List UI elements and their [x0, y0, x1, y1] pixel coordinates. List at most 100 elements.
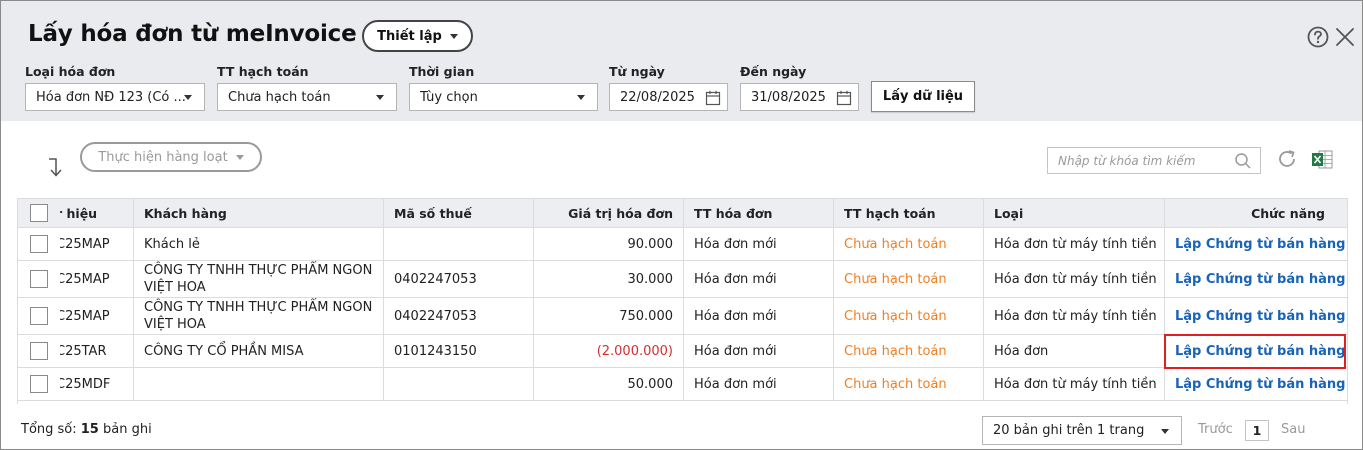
help-icon[interactable]	[1307, 26, 1329, 48]
row-select-cell	[18, 298, 60, 334]
col-header-type[interactable]: Loại	[984, 199, 1165, 227]
row-checkbox[interactable]	[30, 307, 48, 325]
cell-serial: C25MAP	[60, 228, 134, 260]
caret-down-icon	[376, 95, 384, 100]
next-page-button[interactable]: Sau	[1281, 422, 1305, 437]
table-row[interactable]: C25MDF 50.000 Hóa đơn mới Chưa hạch toán…	[18, 368, 1347, 401]
table-header-row: r hiệu Khách hàng Mã số thuế Giá trị hóa…	[18, 198, 1347, 228]
create-sales-voucher-link[interactable]: Lập Chứng từ bán hàng	[1175, 377, 1345, 392]
caret-down-icon	[577, 95, 585, 100]
cell-type: Hóa đơn từ máy tính tiền	[984, 228, 1165, 260]
select-all-checkbox[interactable]	[30, 204, 48, 222]
invoice-type-value: Hóa đơn NĐ 123 (Có ...	[36, 89, 186, 105]
cell-serial: C25MAP	[60, 261, 134, 297]
invoice-type-label: Loại hóa đơn	[25, 64, 116, 79]
cell-invoice-status: Hóa đơn mới	[684, 298, 834, 334]
table-row[interactable]: C25MAP CÔNG TY TNHH THỰC PHẨM NGON VIỆT …	[18, 261, 1347, 298]
cell-invoice-status: Hóa đơn mới	[684, 368, 834, 400]
cell-customer: CÔNG TY CỔ PHẦN MISA	[134, 335, 384, 367]
row-select-cell	[18, 261, 60, 297]
create-sales-voucher-link[interactable]: Lập Chứng từ bán hàng	[1175, 344, 1345, 359]
total-prefix: Tổng số:	[21, 422, 77, 437]
cell-customer: CÔNG TY TNHH THỰC PHẨM NGON VIỆT HOA	[134, 298, 384, 334]
table-row[interactable]: C25MAP CÔNG TY TNHH THỰC PHẨM NGON VIỆT …	[18, 298, 1347, 335]
col-header-customer[interactable]: Khách hàng	[134, 199, 384, 227]
col-header-accounting-status[interactable]: TT hạch toán	[834, 199, 984, 227]
caret-down-icon	[449, 33, 458, 39]
cell-accounting-status: Chưa hạch toán	[834, 261, 984, 297]
period-select[interactable]: Tùy chọn	[409, 83, 598, 111]
select-all-cell	[18, 199, 60, 227]
invoice-grid: r hiệu Khách hàng Mã số thuế Giá trị hóa…	[17, 198, 1348, 404]
create-sales-voucher-link[interactable]: Lập Chứng từ bán hàng	[1175, 237, 1345, 252]
to-date-value: 31/08/2025	[751, 89, 826, 105]
excel-icon[interactable]	[1311, 149, 1333, 170]
table-row[interactable]: C25TAR CÔNG TY CỔ PHẦN MISA 0101243150 (…	[18, 335, 1347, 368]
col-header-serial[interactable]: r hiệu	[60, 199, 134, 227]
create-sales-voucher-link[interactable]: Lập Chứng từ bán hàng	[1175, 272, 1345, 287]
close-icon[interactable]	[1334, 26, 1356, 48]
dialog-title: Lấy hóa đơn từ meInvoice	[28, 21, 357, 47]
batch-action-button[interactable]: Thực hiện hàng loạt	[80, 142, 262, 172]
page-size-select[interactable]: 20 bản ghi trên 1 trang	[982, 416, 1182, 445]
dialog-header: Lấy hóa đơn từ meInvoice Thiết lập Loại …	[1, 1, 1362, 121]
search-placeholder: Nhập từ khóa tìm kiếm	[1058, 153, 1196, 168]
total-suffix: bản ghi	[103, 422, 152, 437]
cell-serial: C25TAR	[60, 335, 134, 367]
cell-type: Hóa đơn	[984, 335, 1165, 367]
refresh-icon[interactable]	[1276, 148, 1298, 170]
cell-action: Lập Chứng từ bán hàng	[1165, 368, 1347, 400]
row-select-cell	[18, 228, 60, 260]
from-date-value: 22/08/2025	[620, 89, 695, 105]
accounting-status-select[interactable]: Chưa hạch toán	[217, 83, 397, 111]
accounting-status-label: TT hạch toán	[217, 64, 309, 79]
cell-type: Hóa đơn từ máy tính tiền	[984, 261, 1165, 297]
cell-tax-code: 0101243150	[384, 335, 534, 367]
calendar-icon[interactable]	[705, 90, 721, 106]
table-row[interactable]: C25MAP Khách lẻ 90.000 Hóa đơn mới Chưa …	[18, 228, 1347, 261]
to-date-label: Đến ngày	[740, 64, 807, 79]
dialog: Lấy hóa đơn từ meInvoice Thiết lập Loại …	[0, 0, 1363, 450]
cell-amount: 750.000	[534, 298, 684, 334]
cell-type: Hóa đơn từ máy tính tiền	[984, 298, 1165, 334]
calendar-icon[interactable]	[836, 90, 852, 106]
from-date-field[interactable]: 22/08/2025	[609, 83, 728, 111]
row-checkbox[interactable]	[30, 342, 48, 360]
page-size-value: 20 bản ghi trên 1 trang	[993, 423, 1145, 438]
fetch-data-button[interactable]: Lấy dữ liệu	[871, 81, 975, 112]
total-records: Tổng số: 15 bản ghi	[21, 422, 152, 437]
cell-amount: (2.000.000)	[534, 335, 684, 367]
col-header-amount[interactable]: Giá trị hóa đơn	[534, 199, 684, 227]
cell-invoice-status: Hóa đơn mới	[684, 228, 834, 260]
col-header-tax-code[interactable]: Mã số thuế	[384, 199, 534, 227]
current-page[interactable]: 1	[1245, 420, 1269, 441]
cell-action: Lập Chứng từ bán hàng	[1165, 298, 1347, 334]
batch-action-label: Thực hiện hàng loạt	[98, 149, 228, 165]
setup-button[interactable]: Thiết lập	[362, 20, 473, 52]
setup-button-label: Thiết lập	[377, 28, 442, 44]
cell-customer: Khách lẻ	[134, 228, 384, 260]
cell-amount: 50.000	[534, 368, 684, 400]
search-icon[interactable]	[1234, 152, 1252, 170]
cell-accounting-status: Chưa hạch toán	[834, 335, 984, 367]
cell-action: Lập Chứng từ bán hàng	[1165, 261, 1347, 297]
to-date-field[interactable]: 31/08/2025	[740, 83, 859, 111]
row-checkbox[interactable]	[30, 270, 48, 288]
sort-icon[interactable]	[45, 156, 65, 178]
cell-action: Lập Chứng từ bán hàng	[1165, 335, 1347, 367]
cell-type: Hóa đơn từ máy tính tiền	[984, 368, 1165, 400]
cell-tax-code: 0402247053	[384, 298, 534, 334]
search-input[interactable]: Nhập từ khóa tìm kiếm	[1047, 147, 1261, 174]
caret-down-icon	[1161, 429, 1169, 434]
row-checkbox[interactable]	[30, 235, 48, 253]
cell-customer: CÔNG TY TNHH THỰC PHẨM NGON VIỆT HOA	[134, 261, 384, 297]
accounting-status-value: Chưa hạch toán	[228, 89, 331, 105]
cell-amount: 30.000	[534, 261, 684, 297]
period-label: Thời gian	[409, 64, 475, 79]
row-checkbox[interactable]	[30, 375, 48, 393]
create-sales-voucher-link[interactable]: Lập Chứng từ bán hàng	[1175, 309, 1345, 324]
cell-accounting-status: Chưa hạch toán	[834, 298, 984, 334]
invoice-type-select[interactable]: Hóa đơn NĐ 123 (Có ...	[25, 83, 205, 111]
prev-page-button[interactable]: Trước	[1198, 422, 1233, 437]
col-header-invoice-status[interactable]: TT hóa đơn	[684, 199, 834, 227]
